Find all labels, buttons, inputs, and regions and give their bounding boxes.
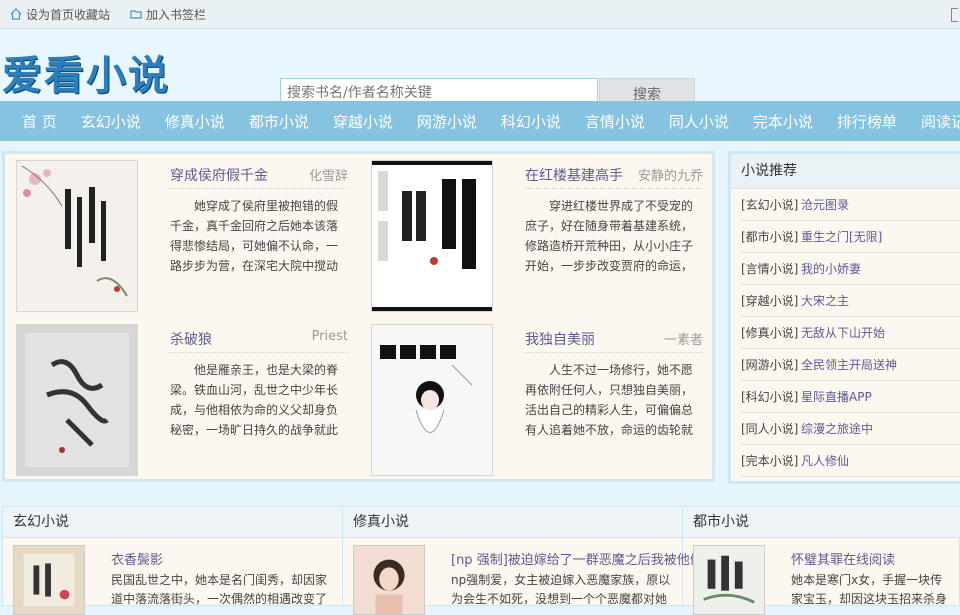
item-category: [科幻小说] [741,390,799,404]
book-card[interactable]: 在红楼基建高手 安静的九乔 穿进红楼世界成了不受宠的庶子，好在随身带着基建系统，… [363,157,703,312]
sidebar-item[interactable]: [言情小说] 我的小娇妻 [741,253,960,285]
book-thumbnail[interactable] [13,545,85,615]
divider [525,352,703,353]
recommend-sidebar: 小说推荐 [玄幻小说] 沧元图录 [都市小说] 重生之门[无限] [言情小说] 我的小… [728,151,960,484]
folder-icon [130,10,142,19]
sidebar-item[interactable]: [玄幻小说] 沧元图录 [741,189,960,221]
book-author: 安静的九乔 [637,169,703,184]
item-title[interactable]: 无敌从下山开始 [801,324,885,341]
thumb-art-1 [14,546,84,614]
bookmark-link[interactable]: 加入书签栏 [130,6,206,23]
book-title[interactable]: 在红楼基建高手 [525,165,623,185]
site-header: 爱看小说 搜索 [0,29,960,109]
topbar-edge [951,8,958,22]
book-title[interactable]: 杀破狼 [170,329,212,349]
category-section: 玄幻小说 衣香鬓影 民国乱世之中，她本是名门闺秀，却因家道中落流落街头，一次偶然… [2,506,960,615]
book-author: 化雪辞 [308,169,348,184]
item-title[interactable]: 沧元图录 [801,196,849,213]
item-title[interactable]: 大宋之主 [801,292,849,309]
nav-xuanhuan[interactable]: 玄幻小说 [81,111,141,132]
item-title[interactable]: 凡人修仙 [801,452,849,469]
item-title[interactable]: 星际直播APP [801,388,872,405]
divider [170,188,348,189]
nav-xiuzhen[interactable]: 修真小说 [165,111,225,132]
bookmark-label: 加入书签栏 [146,7,207,22]
column-header: 修真小说 [343,507,682,538]
book-cover[interactable] [371,324,493,476]
category-column: 修真小说 [np 强制]被迫嫁给了一群恶魔之后我被他们宠上了天 np强制爱，女主… [343,507,755,615]
book-description: 她穿成了侯府里被抱错的假千金，真千金回府之后她本该落得悲惨结局，可她偏不认命，一… [170,199,339,273]
nav-wangyou[interactable]: 网游小说 [417,111,477,132]
book-title[interactable]: 怀璧其罪在线阅读 [791,549,895,568]
sidebar-item[interactable]: [都市小说] 重生之门[无限] [741,221,960,253]
book-thumbnail[interactable] [353,545,425,615]
nav-kehuan[interactable]: 科幻小说 [501,111,561,132]
category-column: 玄幻小说 衣香鬓影 民国乱世之中，她本是名门闺秀，却因家道中落流落街头，一次偶然… [3,507,343,615]
book-author: 一素者 [663,333,703,348]
book-title[interactable]: 我独自美丽 [525,329,595,349]
book-cover[interactable] [16,324,138,476]
book-card[interactable]: 穿成侯府假千金 化雪辞 她穿成了侯府里被抱错的假千金，真千金回府之后她本该落得悲… [8,157,348,312]
nav-history[interactable]: 阅读记录 [921,111,960,132]
sidebar-item[interactable]: [完本小说] 凡人修仙 [741,445,960,477]
cover-art-1 [17,161,137,311]
book-title[interactable]: 穿成侯府假千金 [170,165,268,185]
item-title[interactable]: 我的小娇妻 [801,260,861,277]
book-title[interactable]: 衣香鬓影 [111,549,163,568]
item-category: [同人小说] [741,422,799,436]
cover-art-3 [17,325,137,475]
item-category: [完本小说] [741,454,799,468]
sidebar-header: 小说推荐 [731,154,960,189]
book-author: Priest [311,329,348,344]
book-thumbnail[interactable] [693,545,765,615]
nav-wanben[interactable]: 完本小说 [753,111,813,132]
nav-ranking[interactable]: 排行榜单 [837,111,897,132]
item-title[interactable]: 重生之门[无限] [801,228,882,245]
item-category: [言情小说] [741,262,799,276]
main-nav: 首 页 玄幻小说 修真小说 都市小说 穿越小说 网游小说 科幻小说 言情小说 同… [0,101,960,141]
item-category: [都市小说] [741,230,799,244]
nav-yanqing[interactable]: 言情小说 [585,111,645,132]
item-title[interactable]: 综漫之旅途中 [801,420,873,437]
item-category: [修真小说] [741,326,799,340]
book-card[interactable]: 我独自美丽 一素者 人生不过一场修行，她不愿再依附任何人，只想独自美丽，活出自己… [363,321,703,476]
set-homepage-label: 设为首页收藏站 [26,7,111,22]
book-cover[interactable] [371,160,493,312]
thumb-art-2 [354,546,424,614]
item-category: [网游小说] [741,358,799,372]
category-column: 都市小说 怀璧其罪在线阅读 她本是寒门x女，手握一块传家宝玉，却因这块玉招来杀身… [683,507,960,615]
set-homepage-link[interactable]: 设为首页收藏站 [10,6,110,23]
home-icon [10,8,22,20]
book-description: 穿进红楼世界成了不受宠的庶子，好在随身带着基建系统，修路造桥开荒种田，从小小庄子… [525,199,694,273]
sidebar-item[interactable]: [科幻小说] 星际直播APP [741,381,960,413]
book-description: np强制爱，女主被迫嫁入恶魔家族，原以为会生不如死，没想到一个个恶魔都对她百般宠… [451,573,671,606]
top-bar: 设为首页收藏站 加入书签栏 [0,0,960,29]
sidebar-item[interactable]: [修真小说] 无敌从下山开始 [741,317,960,349]
sidebar-item[interactable]: [网游小说] 全民领主开局送神 [741,349,960,381]
nav-tongren[interactable]: 同人小说 [669,111,729,132]
book-description: 民国乱世之中，她本是名门闺秀，却因家道中落流落街头，一次偶然的相遇改变了她的一生… [111,573,328,606]
cover-art-2 [372,161,492,311]
book-description: 人生不过一场修行，她不愿再依附任何人，只想独自美丽，活出自己的精彩人生，可偏偏总… [525,363,694,437]
item-category: [穿越小说] [741,294,799,308]
book-cover[interactable] [16,160,138,312]
sidebar-item[interactable]: [同人小说] 综漫之旅途中 [741,413,960,445]
divider [170,352,348,353]
column-header: 玄幻小说 [3,507,342,538]
book-card[interactable]: 杀破狼 Priest 他是雁亲王，也是大梁的脊梁。铁血山河，乱世之中少年长成，与… [8,321,348,476]
nav-dushi[interactable]: 都市小说 [249,111,309,132]
nav-chuanyue[interactable]: 穿越小说 [333,111,393,132]
book-description: 他是雁亲王，也是大梁的脊梁。铁血山河，乱世之中少年长成，与他相依为命的义父却身负… [170,363,339,437]
nav-home[interactable]: 首 页 [22,111,57,132]
divider [525,188,703,189]
column-header: 都市小说 [683,507,960,538]
site-logo[interactable]: 爱看小说 [2,43,170,101]
featured-books-panel: 穿成侯府假千金 化雪辞 她穿成了侯府里被抱错的假千金，真千金回府之后她本该落得悲… [2,151,715,482]
sidebar-item[interactable]: [穿越小说] 大宋之主 [741,285,960,317]
book-description: 她本是寒门x女，手握一块传家宝玉，却因这块玉招来杀身之祸，从此踏上了复仇之路，步… [791,573,948,606]
item-category: [玄幻小说] [741,198,799,212]
thumb-art-3 [694,546,764,614]
item-title[interactable]: 全民领主开局送神 [801,356,897,373]
cover-art-4 [372,325,492,475]
